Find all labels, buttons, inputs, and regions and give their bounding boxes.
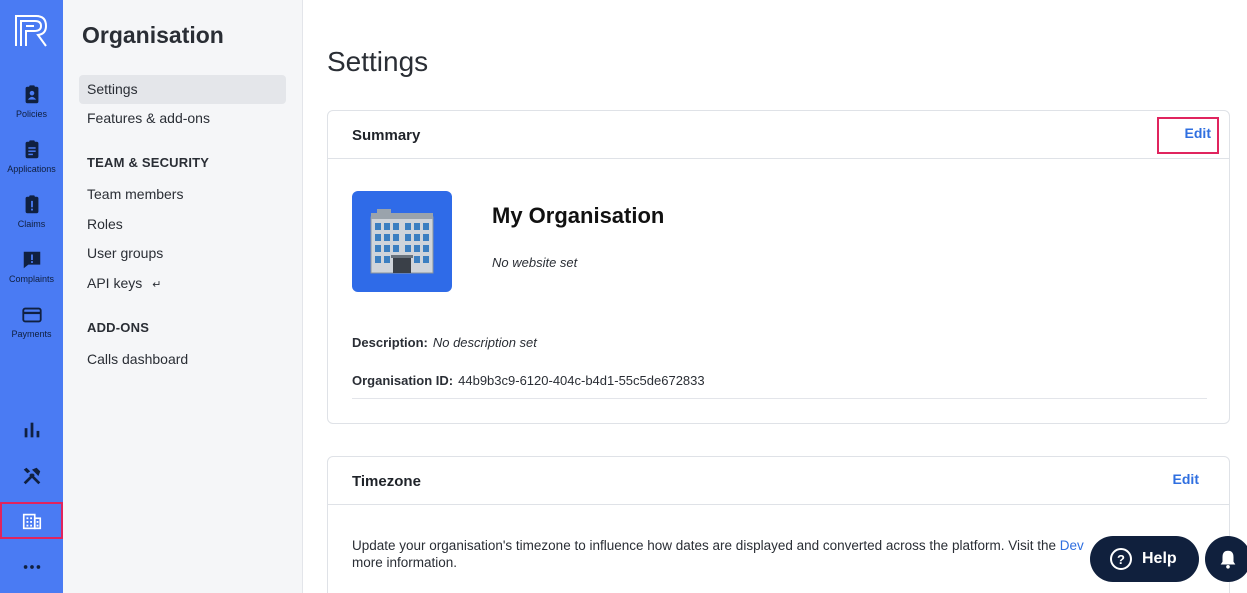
bell-icon (1220, 550, 1236, 569)
organisation-website: No website set (492, 255, 578, 270)
tools-icon (23, 467, 40, 485)
rail-item-payments[interactable]: Payments (0, 304, 63, 339)
rail-item-complaints[interactable]: Complaints (0, 249, 63, 284)
organisation-id-row: Organisation ID: 44b9b3c9-6120-404c-b4d1-… (352, 373, 705, 388)
timezone-edit-button[interactable]: Edit (1173, 471, 1199, 487)
rail-analytics-button[interactable] (0, 412, 63, 448)
organisation-id-value: 44b9b3c9-6120-404c-b4d1-55c5de672833 (458, 373, 705, 388)
subnav-item-features[interactable]: Features & add-ons (79, 104, 286, 133)
rail-item-label: Payments (11, 329, 52, 339)
applications-icon (25, 140, 38, 159)
developer-docs-link[interactable]: Dev (1060, 538, 1084, 553)
office-building-icon (370, 208, 434, 273)
timezone-title: Timezone (352, 473, 421, 490)
subnav-title: Organisation (82, 22, 224, 48)
help-button[interactable]: ? Help (1090, 536, 1199, 582)
root-logo-icon[interactable] (14, 14, 48, 48)
rail-item-label: Claims (17, 219, 46, 229)
notifications-button[interactable] (1205, 536, 1247, 582)
section-heading-add-ons: ADD-ONS (87, 320, 150, 335)
subnav-item-user-groups[interactable]: User groups (79, 239, 286, 268)
analytics-icon (24, 422, 39, 438)
subnav-item-api-keys[interactable]: API keys ↵ (79, 269, 286, 298)
page-title: Settings (327, 46, 429, 77)
subnav-item-team-members[interactable]: Team members (79, 180, 286, 209)
subnav-item-roles[interactable]: Roles (79, 210, 286, 239)
organisation-id-label: Organisation ID: (352, 373, 454, 388)
subnav-item-settings[interactable]: Settings (79, 75, 286, 104)
organisation-highlight-box (0, 502, 63, 539)
rail-more-button[interactable] (0, 549, 63, 585)
subnav-item-label: API keys (87, 275, 143, 291)
summary-card: Summary Edit My Organisation No website … (327, 110, 1230, 424)
subnav-item-calls-dashboard[interactable]: Calls dashboard (79, 345, 286, 374)
summary-title: Summary (352, 127, 421, 144)
complaints-icon (23, 251, 40, 269)
timezone-text: Update your organisation's timezone to i… (352, 538, 1060, 553)
help-label: Help (1142, 550, 1177, 567)
description-row: Description: No description set (352, 335, 537, 350)
summary-card-header: Summary Edit (328, 111, 1229, 159)
rail-tools-button[interactable] (0, 458, 63, 494)
rail-item-label: Policies (15, 109, 47, 119)
timezone-description: Update your organisation's timezone to i… (352, 537, 1112, 571)
rail-item-applications[interactable]: Applications (0, 139, 63, 174)
external-link-icon: ↵ (152, 279, 162, 291)
more-icon (23, 565, 40, 569)
timezone-text-cont: more information. (352, 555, 458, 570)
rail-item-policies[interactable]: Policies (0, 84, 63, 119)
section-heading-team-security: TEAM & SECURITY (87, 155, 210, 170)
rail-item-label: Complaints (8, 274, 55, 284)
description-value: No description set (432, 335, 537, 350)
organisation-avatar (352, 191, 452, 292)
app-rail: Policies Applications Claims Complaints … (0, 0, 63, 593)
rail-item-label: Applications (7, 164, 56, 174)
main-content: Settings Summary Edit My Organisation No… (303, 0, 1247, 593)
payments-icon (21, 307, 42, 323)
organisation-name: My Organisation (492, 203, 665, 228)
description-label: Description: (352, 335, 428, 350)
help-icon: ? (1110, 548, 1132, 570)
organisation-subnav: Organisation Settings Features & add-ons… (63, 0, 303, 593)
timezone-card-header: Timezone Edit (328, 457, 1229, 505)
claims-icon (25, 195, 38, 214)
summary-divider (352, 398, 1207, 399)
policies-icon (25, 85, 38, 104)
rail-item-claims[interactable]: Claims (0, 194, 63, 229)
edit-highlight-box (1157, 117, 1219, 154)
